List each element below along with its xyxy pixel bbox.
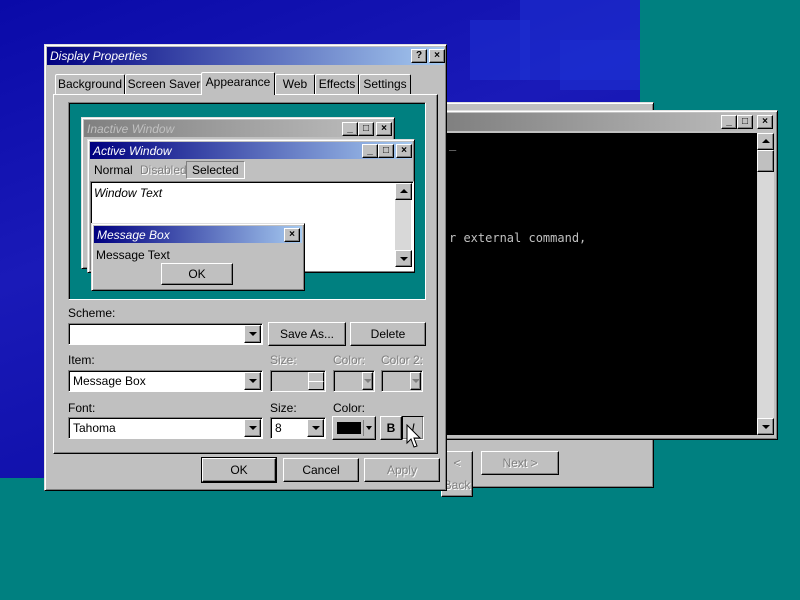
minimize-icon: _ <box>342 122 358 136</box>
console-window[interactable]: _ □ × _ r external command, <box>444 110 778 440</box>
tab-screen-saver[interactable]: Screen Saver <box>125 74 203 94</box>
preview-msgbox-titlebar: Message Box × <box>94 226 302 243</box>
preview-inactive-title: Inactive Window <box>87 122 175 136</box>
preview-msgbox-title: Message Box <box>97 228 170 242</box>
item-color2-picker[interactable] <box>381 370 423 392</box>
minimize-icon[interactable]: _ <box>721 115 737 129</box>
font-select[interactable]: Tahoma <box>68 417 263 439</box>
preview-menu-normal[interactable]: Normal <box>94 163 133 177</box>
item-value: Message Box <box>73 374 146 388</box>
scroll-down-icon[interactable] <box>395 250 412 267</box>
maximize-icon[interactable]: □ <box>737 115 753 129</box>
scroll-up-icon[interactable] <box>757 133 774 150</box>
console-line: r external command, <box>449 231 587 245</box>
tab-appearance[interactable]: Appearance <box>201 72 275 95</box>
ok-button[interactable]: OK <box>201 457 277 483</box>
font-size-label: Size: <box>270 401 297 415</box>
close-icon[interactable]: × <box>429 49 445 63</box>
appearance-preview[interactable]: Inactive Window _ □ × Active Window _ □ … <box>68 102 426 300</box>
apply-button[interactable]: Apply <box>364 458 440 482</box>
dialog-titlebar[interactable]: Display Properties ? × <box>47 47 445 65</box>
scroll-thumb[interactable] <box>757 150 774 172</box>
chevron-down-icon <box>366 426 372 430</box>
item-color-label: Color: <box>333 353 366 367</box>
preview-menu-selected[interactable]: Selected <box>186 161 245 179</box>
cancel-button[interactable]: Cancel <box>283 458 359 482</box>
maximize-icon: □ <box>378 144 394 158</box>
preview-msgbox-ok-button[interactable]: OK <box>161 263 233 285</box>
close-icon: × <box>284 228 300 242</box>
preview-active-titlebar: Active Window _ □ × <box>90 142 412 159</box>
chevron-down-icon[interactable] <box>362 372 373 390</box>
preview-window-text: Window Text <box>94 186 163 200</box>
preview-menu-disabled[interactable]: Disabled <box>140 163 187 177</box>
tab-effects[interactable]: Effects <box>315 74 359 94</box>
console-area[interactable]: _ r external command, <box>447 133 757 435</box>
console-scrollbar[interactable] <box>757 133 774 435</box>
minimize-icon: _ <box>362 144 378 158</box>
mouse-cursor-icon <box>406 424 422 448</box>
preview-active-title: Active Window <box>93 144 172 158</box>
maximize-icon: □ <box>358 122 374 136</box>
preview-message-box[interactable]: Message Box × Message Text OK <box>91 223 305 291</box>
console-titlebar[interactable]: _ □ × <box>447 113 775 131</box>
font-size-select[interactable]: 8 <box>270 417 326 439</box>
item-size-label: Size: <box>270 353 297 367</box>
next-button[interactable]: Next > <box>481 451 559 475</box>
dialog-title: Display Properties <box>50 49 148 63</box>
spin-down-icon[interactable] <box>308 381 324 390</box>
font-label: Font: <box>68 401 96 415</box>
preview-msgbox-text: Message Text <box>96 248 170 262</box>
chevron-down-icon[interactable] <box>307 419 324 437</box>
tab-settings[interactable]: Settings <box>359 74 411 94</box>
item-color-picker[interactable] <box>333 370 375 392</box>
font-size-value: 8 <box>275 421 282 435</box>
close-icon[interactable]: × <box>757 115 773 129</box>
item-select[interactable]: Message Box <box>68 370 263 392</box>
scroll-down-icon[interactable] <box>757 418 774 435</box>
color-swatch <box>337 422 361 434</box>
chevron-down-icon[interactable] <box>244 325 261 343</box>
item-size-spinner[interactable] <box>270 370 326 392</box>
chevron-down-icon[interactable] <box>410 372 421 390</box>
save-as-button[interactable]: Save As... <box>268 322 346 346</box>
scroll-up-icon[interactable] <box>395 183 412 200</box>
chevron-down-icon[interactable] <box>244 372 261 390</box>
chevron-down-icon[interactable] <box>244 419 261 437</box>
separator <box>363 420 364 436</box>
close-icon: × <box>376 122 392 136</box>
preview-inactive-titlebar: Inactive Window _ □ × <box>84 120 392 137</box>
console-line: _ <box>449 137 457 151</box>
tab-web[interactable]: Web <box>275 74 315 94</box>
preview-scrollbar[interactable] <box>395 183 412 267</box>
scheme-select[interactable] <box>68 323 263 345</box>
font-value: Tahoma <box>73 421 116 435</box>
item-label: Item: <box>68 353 95 367</box>
delete-button[interactable]: Delete <box>350 322 426 346</box>
item-color2-label: Color 2: <box>381 353 424 367</box>
font-color-label: Color: <box>333 401 366 415</box>
help-icon[interactable]: ? <box>411 49 427 63</box>
font-color-picker[interactable] <box>332 416 376 440</box>
close-icon: × <box>396 144 412 158</box>
scheme-label: Scheme: <box>68 306 116 320</box>
tab-background[interactable]: Background <box>55 74 125 94</box>
bold-button[interactable]: B <box>380 416 402 440</box>
